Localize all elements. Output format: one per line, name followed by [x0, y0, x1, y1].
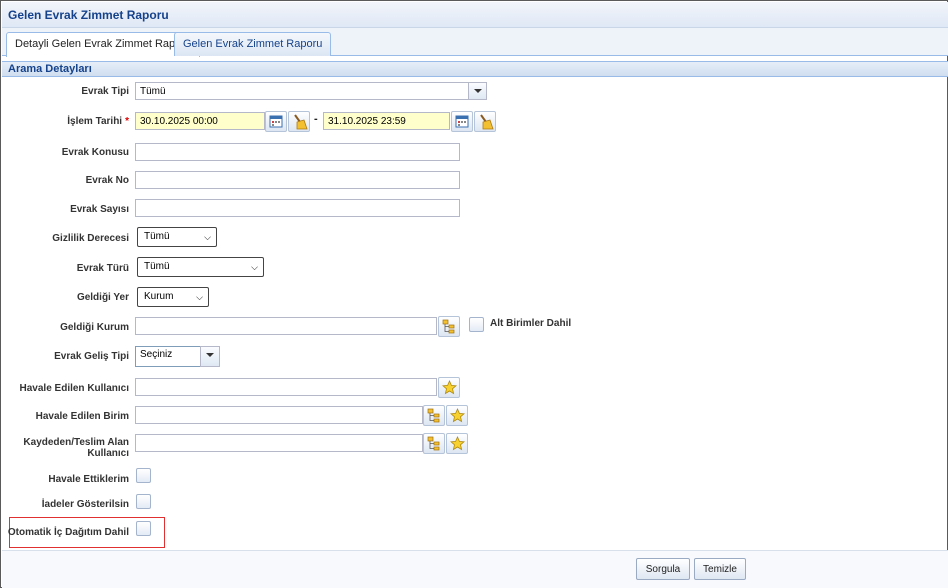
havale-edilen-birim-tree-button[interactable] [423, 405, 445, 426]
star-icon [450, 408, 465, 423]
alt-birimler-dahil-checkbox[interactable] [469, 317, 484, 332]
otomatik-ic-dagitim-label: Otomatik İç Dağıtım Dahil [7, 527, 129, 538]
kaydeden-teslim-alan-label: Kaydeden/Teslim Alan Kullanıcı [5, 437, 129, 459]
evrak-tipi-dropdown-button[interactable] [468, 82, 487, 100]
kaydeden-label-line2: Kullanıcı [87, 448, 129, 459]
calendar-icon [455, 115, 469, 128]
geldigi-yer-label: Geldiği Yer [76, 292, 129, 303]
geldigi-yer-value: Kurum [144, 291, 174, 302]
chevron-down-icon: ⌵ [204, 232, 211, 242]
section-title: Arama Detayları [8, 63, 92, 75]
havale-edilen-kullanici-favorite-button[interactable] [438, 377, 460, 398]
evrak-turu-select[interactable]: Tümü ⌵ [137, 257, 264, 277]
evrak-konusu-label: Evrak Konusu [61, 147, 129, 158]
geldigi-kurum-label: Geldiği Kurum [60, 322, 129, 333]
title-bar: Gelen Evrak Zimmet Raporu [2, 2, 948, 28]
footer-toolbar: Sorgula Temizle [2, 550, 948, 588]
evrak-no-label: Evrak No [85, 175, 129, 186]
iadeler-gosterilsin-checkbox[interactable] [136, 494, 151, 509]
kaydeden-label-line1: Kaydeden/Teslim Alan [23, 437, 129, 448]
islem-tarihi-label: İşlem Tarihi * [5, 116, 129, 127]
tree-icon [442, 319, 455, 334]
start-date-input[interactable]: 30.10.2025 00:00 [135, 112, 265, 130]
kaydeden-favorite-button[interactable] [446, 433, 468, 454]
iadeler-gosterilsin-label: İadeler Gösterilsin [41, 499, 129, 510]
kaydeden-teslim-alan-input[interactable] [135, 434, 423, 452]
evrak-gelis-tipi-label: Evrak Geliş Tipi [54, 351, 129, 362]
end-date-clear-button[interactable] [474, 111, 496, 132]
tree-icon [427, 408, 440, 423]
kaydeden-tree-button[interactable] [423, 433, 445, 454]
geldigi-yer-select[interactable]: Kurum ⌵ [137, 287, 209, 307]
havale-edilen-birim-favorite-button[interactable] [446, 405, 468, 426]
evrak-sayisi-label: Evrak Sayısı [70, 204, 129, 215]
gizlilik-derecesi-value: Tümü [144, 231, 170, 242]
otomatik-ic-dagitim-checkbox[interactable] [136, 521, 151, 536]
alt-birimler-dahil-label: Alt Birimler Dahil [490, 318, 572, 329]
gizlilik-derecesi-label: Gizlilik Derecesi [52, 233, 129, 244]
geldigi-kurum-tree-button[interactable] [438, 316, 460, 337]
evrak-sayisi-input[interactable] [135, 199, 460, 217]
tab-strip: Detayli Gelen Evrak Zimmet Raporu Gelen … [2, 28, 948, 57]
star-icon [450, 436, 465, 451]
star-icon [442, 380, 457, 395]
evrak-no-input[interactable] [135, 171, 460, 189]
start-date-calendar-button[interactable] [265, 111, 287, 132]
evrak-tipi-label: Evrak Tipi [81, 86, 129, 97]
end-date-input[interactable]: 31.10.2025 23:59 [323, 112, 450, 130]
date-range-separator: - [314, 113, 318, 125]
broom-icon [294, 114, 308, 130]
havale-edilen-kullanici-input[interactable] [135, 378, 437, 396]
evrak-konusu-input[interactable] [135, 143, 460, 161]
evrak-turu-label: Evrak Türü [76, 263, 129, 274]
gizlilik-derecesi-select[interactable]: Tümü ⌵ [137, 227, 217, 247]
tab-detayli-rapor[interactable]: Detayli Gelen Evrak Zimmet Raporu [6, 32, 201, 57]
havale-edilen-kullanici-label: Havale Edilen Kullanıcı [19, 383, 129, 394]
temizle-button[interactable]: Temizle [694, 558, 746, 580]
chevron-down-icon: ⌵ [196, 292, 203, 302]
section-header: Arama Detayları [2, 61, 948, 77]
end-date-calendar-button[interactable] [451, 111, 473, 132]
geldigi-kurum-input[interactable] [135, 317, 437, 335]
window-frame: Gelen Evrak Zimmet Raporu Detayli Gelen … [0, 0, 948, 588]
tab-rapor[interactable]: Gelen Evrak Zimmet Raporu [174, 32, 332, 56]
required-mark: * [125, 116, 129, 127]
havale-edilen-birim-label: Havale Edilen Birim [35, 411, 129, 422]
evrak-gelis-tipi-dropdown-button[interactable] [200, 346, 220, 367]
evrak-gelis-tipi-combo[interactable]: Seçiniz [135, 346, 201, 367]
window-title: Gelen Evrak Zimmet Raporu [8, 8, 169, 22]
evrak-turu-value: Tümü [144, 261, 170, 272]
start-date-clear-button[interactable] [288, 111, 310, 132]
havale-ettiklerim-label: Havale Ettiklerim [48, 474, 129, 485]
tree-icon [427, 436, 440, 451]
evrak-tipi-combo[interactable]: Tümü [135, 82, 469, 100]
broom-icon [480, 114, 494, 130]
calendar-icon [269, 115, 283, 128]
havale-ettiklerim-checkbox[interactable] [136, 468, 151, 483]
chevron-down-icon: ⌵ [251, 262, 258, 272]
sorgula-button[interactable]: Sorgula [636, 558, 690, 580]
havale-edilen-birim-input[interactable] [135, 406, 423, 424]
islem-tarihi-label-text: İşlem Tarihi [67, 116, 123, 127]
